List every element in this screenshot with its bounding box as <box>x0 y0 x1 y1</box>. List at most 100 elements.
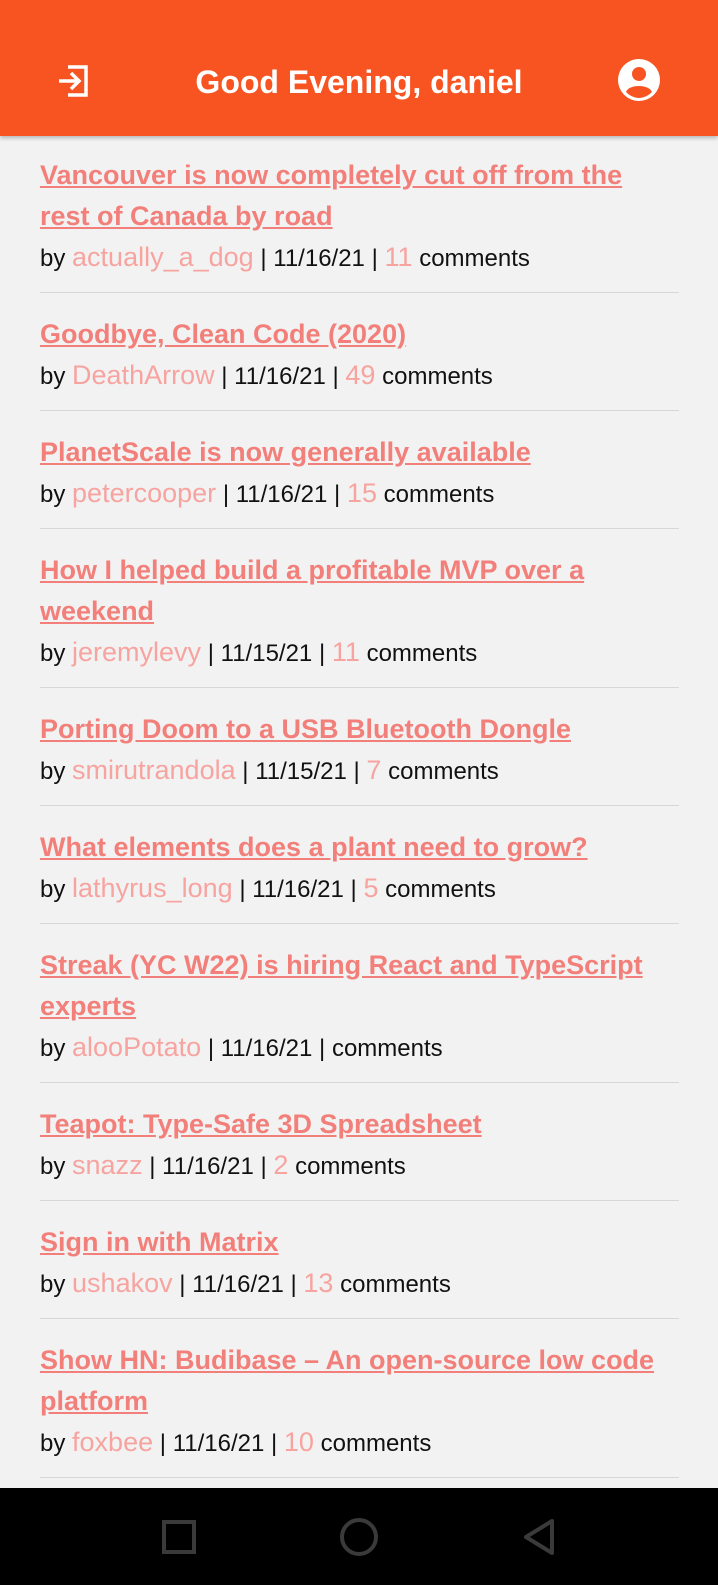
by-label: by <box>40 1271 66 1298</box>
story-title-link[interactable]: Streak (YC W22) is hiring React and Type… <box>40 945 679 1027</box>
comment-count[interactable]: 49 <box>345 360 375 390</box>
by-label: by <box>40 1430 66 1457</box>
separator: | <box>159 1430 167 1457</box>
story-author-link[interactable]: foxbee <box>72 1427 153 1457</box>
comments-label: comments <box>331 1035 443 1062</box>
separator: | <box>222 481 230 508</box>
story-date: 11/16/21 <box>220 1035 313 1062</box>
comment-count[interactable]: 13 <box>303 1268 333 1298</box>
story-title-link[interactable]: Vancouver is now completely cut off from… <box>40 155 679 237</box>
story-meta: by actually_a_dog | 11/16/21 | 11 commen… <box>40 237 679 279</box>
story-date: 11/16/21 <box>235 481 328 508</box>
story-author-link[interactable]: lathyrus_long <box>72 873 233 903</box>
by-label: by <box>40 245 66 272</box>
story-author-link[interactable]: petercooper <box>72 478 216 508</box>
comment-count[interactable]: 5 <box>363 873 378 903</box>
comment-count[interactable]: 7 <box>366 755 381 785</box>
login-icon[interactable] <box>52 58 98 104</box>
triangle-back-icon[interactable] <box>514 1512 564 1562</box>
story-meta: by alooPotato | 11/16/21 | comments <box>40 1027 679 1069</box>
story-meta: by smirutrandola | 11/15/21 | 7 comments <box>40 750 679 792</box>
story-author-link[interactable]: alooPotato <box>72 1032 201 1062</box>
story-item: How I helped build a profitable MVP over… <box>40 545 679 688</box>
story-item: Goodbye, Clean Code (2020) by DeathArrow … <box>40 309 679 411</box>
comment-count[interactable]: 10 <box>284 1427 314 1457</box>
comments-label: comments <box>295 1153 406 1180</box>
story-date: 11/16/21 <box>162 1153 254 1180</box>
separator: | <box>353 758 360 785</box>
by-label: by <box>40 876 66 903</box>
story-meta: by foxbee | 11/16/21 | 10 comments <box>40 1422 679 1464</box>
story-date: 11/15/21 <box>220 640 313 667</box>
comment-count[interactable]: 15 <box>347 478 377 508</box>
story-title-link[interactable]: What elements does a plant need to grow? <box>40 827 679 868</box>
story-item: Show HN: Budibase – An open-source low c… <box>40 1335 679 1478</box>
story-author-link[interactable]: actually_a_dog <box>72 242 254 272</box>
story-author-link[interactable]: ushakov <box>72 1268 173 1298</box>
story-item: Vancouver is now completely cut off from… <box>40 150 679 293</box>
story-author-link[interactable]: jeremylevy <box>72 637 201 667</box>
comments-label: comments <box>419 245 530 272</box>
story-title-link[interactable]: Teapot: Type-Safe 3D Spreadsheet <box>40 1104 679 1145</box>
greeting-title: Good Evening, daniel <box>195 64 523 100</box>
by-label: by <box>40 363 66 390</box>
separator: | <box>239 876 246 903</box>
separator: | <box>319 1035 326 1062</box>
story-date: 11/16/21 <box>192 1271 284 1298</box>
comment-count[interactable]: 2 <box>273 1150 288 1180</box>
separator: | <box>332 363 339 390</box>
comment-count[interactable]: 11 <box>384 242 412 272</box>
comments-label: comments <box>385 876 496 903</box>
story-meta: by jeremylevy | 11/15/21 | 11 comments <box>40 632 679 674</box>
separator: | <box>179 1271 186 1298</box>
story-item: Teapot: Type-Safe 3D Spreadsheet by snazz… <box>40 1099 679 1201</box>
comments-label: comments <box>340 1271 451 1298</box>
story-author-link[interactable]: smirutrandola <box>72 755 236 785</box>
story-meta: by ushakov | 11/16/21 | 13 comments <box>40 1263 679 1305</box>
comments-label: comments <box>366 640 478 667</box>
separator: | <box>260 1153 267 1180</box>
comments-label: comments <box>388 758 499 785</box>
separator: | <box>260 245 267 272</box>
story-date: 11/15/21 <box>255 758 347 785</box>
separator: | <box>207 640 214 667</box>
story-title-link[interactable]: Goodbye, Clean Code (2020) <box>40 314 679 355</box>
story-title-link[interactable]: How I helped build a profitable MVP over… <box>40 550 679 632</box>
comment-count[interactable]: 11 <box>332 637 360 667</box>
story-item: Porting Doom to a USB Bluetooth Dongle by… <box>40 704 679 806</box>
app-header: Good Evening, daniel <box>0 0 718 136</box>
by-label: by <box>40 1153 66 1180</box>
account-circle-icon[interactable] <box>614 55 664 105</box>
by-label: by <box>40 640 66 667</box>
separator: | <box>221 363 228 390</box>
circle-home-icon[interactable] <box>334 1512 384 1562</box>
story-author-link[interactable]: DeathArrow <box>72 360 215 390</box>
story-date: 11/16/21 <box>273 245 365 272</box>
by-label: by <box>40 1035 66 1062</box>
story-title-link[interactable]: PlanetScale is now generally available <box>40 432 679 473</box>
by-label: by <box>40 758 66 785</box>
story-date: 11/16/21 <box>252 876 344 903</box>
separator: | <box>242 758 249 785</box>
separator: | <box>334 481 341 508</box>
story-meta: by snazz | 11/16/21 | 2 comments <box>40 1145 679 1187</box>
story-title-link[interactable]: Show HN: Budibase – An open-source low c… <box>40 1340 679 1422</box>
story-date: 11/16/21 <box>172 1430 265 1457</box>
comments-label: comments <box>383 481 495 508</box>
system-navigation-bar <box>0 1488 718 1585</box>
story-title-link[interactable]: Porting Doom to a USB Bluetooth Dongle <box>40 709 679 750</box>
separator: | <box>350 876 357 903</box>
story-meta: by DeathArrow | 11/16/21 | 49 comments <box>40 355 679 397</box>
separator: | <box>149 1153 156 1180</box>
comments-label: comments <box>320 1430 432 1457</box>
story-item: Sign in with Matrix by ushakov | 11/16/21… <box>40 1217 679 1319</box>
separator: | <box>207 1035 215 1062</box>
story-meta: by petercooper | 11/16/21 | 15 comments <box>40 473 679 515</box>
story-meta: by lathyrus_long | 11/16/21 | 5 comments <box>40 868 679 910</box>
square-recents-icon[interactable] <box>154 1512 204 1562</box>
story-list: Vancouver is now completely cut off from… <box>40 150 679 1494</box>
separator: | <box>290 1271 297 1298</box>
story-title-link[interactable]: Sign in with Matrix <box>40 1222 679 1263</box>
story-author-link[interactable]: snazz <box>72 1150 143 1180</box>
comments-label: comments <box>382 363 493 390</box>
